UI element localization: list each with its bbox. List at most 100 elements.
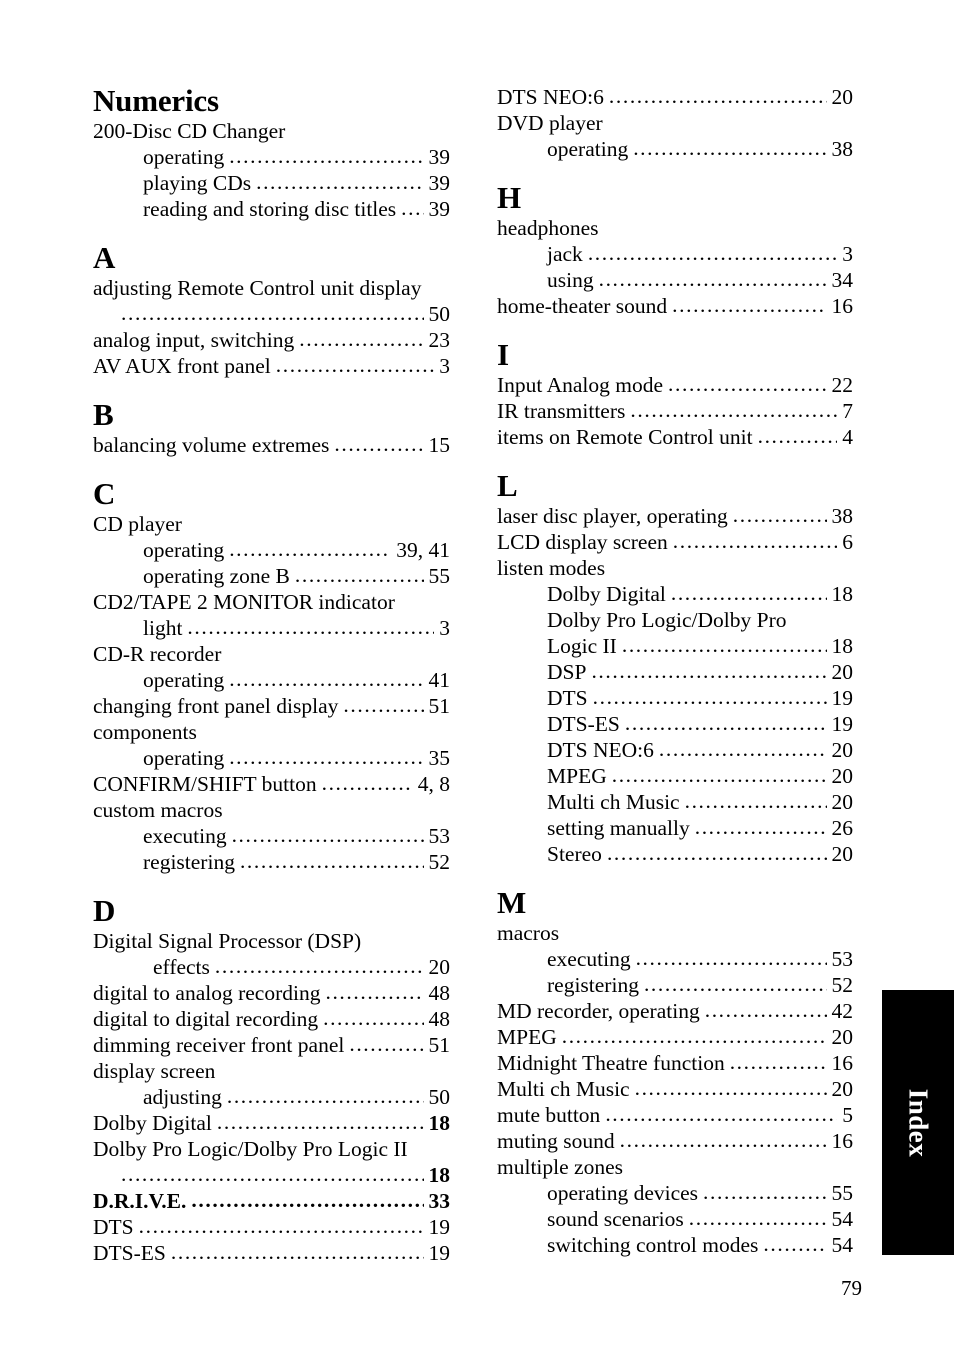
index-entry: executing 53: [93, 823, 450, 849]
index-entry-label: operating: [143, 746, 225, 770]
index-entry-page: 48: [428, 1007, 451, 1031]
index-entry-label: reading and storing disc titles: [143, 197, 397, 221]
dot-leader: [229, 744, 423, 770]
dot-leader: [612, 762, 827, 788]
index-entry: operating zone B 55: [93, 563, 450, 589]
index-entry-page: 18: [428, 1111, 451, 1135]
dot-leader: [635, 1075, 827, 1101]
dot-leader: [276, 352, 434, 378]
index-entry: mute button 5: [497, 1102, 853, 1128]
dot-leader: [673, 528, 837, 554]
index-entry: effects 20: [93, 954, 450, 980]
index-entry-page: 34: [831, 268, 854, 292]
index-entry: operating 39, 41: [93, 537, 450, 563]
index-entry: items on Remote Control unit 4: [497, 424, 853, 450]
dot-leader: [322, 770, 413, 796]
index-entry-label: laser disc player, operating: [497, 504, 728, 528]
index-entry-page: 20: [831, 790, 854, 814]
index-entry-label: DTS NEO:6: [497, 85, 604, 109]
index-entry-page: 38: [831, 504, 854, 528]
index-entry-label: operating devices: [547, 1181, 699, 1205]
index-entry: home-theater sound 16: [497, 293, 853, 319]
index-entry-heading: display screen: [93, 1059, 216, 1083]
index-column-right: DTS NEO:6 20 DVD playeroperating 38 Hheadpho…: [497, 84, 853, 1258]
section-letter-heading: I: [497, 337, 509, 372]
index-entry: changing front panel display 51: [93, 693, 450, 719]
index-entry-label: switching control modes: [547, 1233, 759, 1257]
index-entry-label: registering: [143, 850, 235, 874]
index-entry-page: 7: [842, 399, 853, 423]
dot-leader: [620, 1127, 827, 1153]
index-entry-label: items on Remote Control unit: [497, 425, 753, 449]
index-thumb-tab: Index: [882, 990, 954, 1255]
dot-leader: [229, 143, 423, 169]
dot-leader: [217, 1109, 424, 1135]
index-entry-label: digital to analog recording: [93, 981, 321, 1005]
index-entry-label: operating: [143, 668, 225, 692]
index-entry-label: jack: [547, 242, 583, 266]
dot-leader: [323, 1005, 423, 1031]
dot-leader: [121, 300, 424, 326]
index-entry-label: adjusting: [143, 1085, 222, 1109]
index-entry: adjusting 50: [93, 1084, 450, 1110]
dot-leader: [705, 997, 827, 1023]
index-entry-page: 20: [831, 1025, 854, 1049]
section-letter-heading: A: [93, 240, 116, 275]
index-entry: digital to digital recording 48: [93, 1006, 450, 1032]
index-entry-page: 22: [831, 373, 854, 397]
index-entry-label: DTS-ES: [547, 712, 620, 736]
index-entry-page: 15: [428, 433, 451, 457]
index-entry-label: dimming receiver front panel: [93, 1033, 345, 1057]
index-entry-page: 53: [831, 947, 854, 971]
index-entry: operating 41: [93, 667, 450, 693]
index-entry-page: 39: [428, 197, 451, 221]
index-entry-label: executing: [143, 824, 227, 848]
index-entry-heading: 200-Disc CD Changer: [93, 119, 286, 143]
dot-leader: [325, 979, 423, 1005]
dot-leader: [227, 1083, 424, 1109]
index-entry: operating 39: [93, 144, 450, 170]
dot-leader: [758, 423, 838, 449]
index-entry-page: 33: [428, 1189, 451, 1213]
index-entry-heading: components: [93, 720, 197, 744]
index-entry: AV AUX front panel 3: [93, 353, 450, 379]
index-entry-page: 20: [831, 764, 854, 788]
index-entry: Stereo 20: [497, 841, 853, 867]
index-entry: operating 38: [497, 136, 853, 162]
index-entry-label: MD recorder, operating: [497, 999, 700, 1023]
index-entry: Multi ch Music 20: [497, 1076, 853, 1102]
index-entry-label: balancing volume extremes: [93, 433, 330, 457]
index-entry-page: 52: [831, 973, 854, 997]
index-entry-label: setting manually: [547, 816, 690, 840]
index-entry-label: AV AUX front panel: [93, 354, 271, 378]
index-entry: IR transmitters 7: [497, 398, 853, 424]
dot-leader: [562, 1023, 827, 1049]
index-entry-page: 52: [428, 850, 451, 874]
dot-leader: [591, 658, 826, 684]
index-entry-label: Stereo: [547, 842, 602, 866]
dot-leader: [229, 536, 391, 562]
dot-leader: [599, 266, 827, 292]
index-entry: DTS-ES 19: [93, 1240, 450, 1266]
index-entry-page: 20: [428, 955, 451, 979]
index-entry-page: 48: [428, 981, 451, 1005]
index-entry: executing 53: [497, 946, 853, 972]
index-entry: playing CDs 39: [93, 170, 450, 196]
index-entry-label: using: [547, 268, 594, 292]
index-entry-page: 35: [428, 746, 451, 770]
index-entry-label: operating: [143, 538, 225, 562]
index-entry-label: sound scenarios: [547, 1207, 684, 1231]
index-entry-heading: custom macros: [93, 798, 223, 822]
index-entry: DTS 19: [497, 685, 853, 711]
index-entry: 18: [93, 1162, 451, 1188]
index-entry-heading: headphones: [497, 216, 599, 240]
dot-leader: [659, 736, 827, 762]
index-entry: jack 3: [497, 241, 853, 267]
index-entry-page: 20: [831, 1077, 854, 1101]
index-entry-heading: listen modes: [497, 556, 606, 580]
index-entry: operating devices 55: [497, 1180, 853, 1206]
section-letter-heading: M: [497, 885, 527, 920]
index-entry-page: 50: [428, 1085, 451, 1109]
index-entry: DTS NEO:6 20: [497, 84, 853, 110]
index-entry: MPEG 20: [497, 763, 853, 789]
